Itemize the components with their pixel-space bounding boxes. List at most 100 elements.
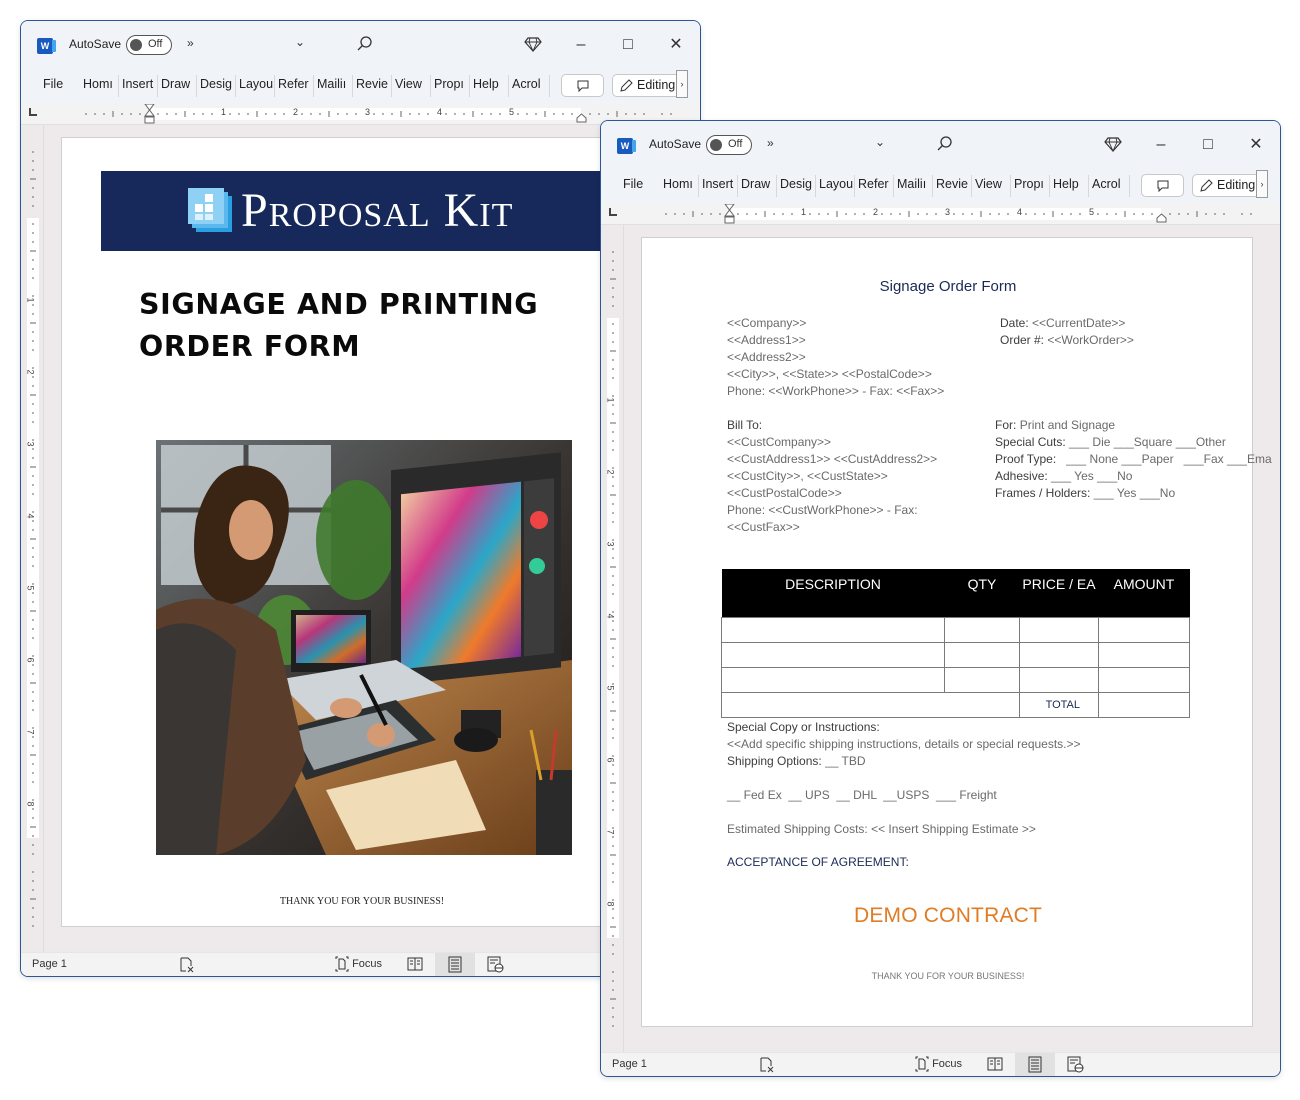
chevron-down-icon[interactable]: ⌄	[875, 135, 885, 149]
tab-design[interactable]: Desig	[780, 177, 814, 191]
search-icon[interactable]	[935, 134, 955, 154]
table-cell[interactable]	[721, 666, 945, 693]
read-mode-button[interactable]	[395, 953, 435, 976]
accessibility-check-icon[interactable]	[179, 957, 195, 973]
table-cell[interactable]	[1019, 641, 1099, 668]
divider	[854, 175, 855, 197]
total-value[interactable]	[1098, 691, 1190, 718]
maximize-button[interactable]: □	[1193, 133, 1223, 157]
word-icon: W	[617, 138, 636, 154]
right-indent-marker[interactable]	[1156, 210, 1167, 223]
read-mode-button[interactable]	[975, 1053, 1015, 1076]
tab-properties[interactable]: Propı	[1014, 177, 1048, 191]
table-cell[interactable]	[1019, 616, 1099, 643]
tab-file[interactable]: File	[43, 77, 67, 91]
accessibility-check-icon[interactable]	[759, 1057, 775, 1073]
table-cell[interactable]	[944, 616, 1020, 643]
page-number-indicator[interactable]: Page 1	[32, 958, 67, 970]
tab-help[interactable]: Help	[473, 77, 507, 91]
print-layout-button[interactable]	[435, 953, 475, 976]
comments-button[interactable]	[1141, 174, 1184, 197]
table-cell[interactable]	[1098, 641, 1190, 668]
proof-type-field: Proof Type: ___ None ___Paper ___Fax ___…	[995, 451, 1272, 468]
premium-diamond-icon[interactable]	[1104, 135, 1122, 153]
tab-stop-selector[interactable]	[29, 108, 37, 116]
divider	[43, 125, 44, 955]
tab-home[interactable]: Homı	[83, 77, 117, 91]
print-layout-button[interactable]	[1015, 1053, 1055, 1076]
table-cell[interactable]	[1098, 666, 1190, 693]
table-cell[interactable]	[1019, 666, 1099, 693]
vertical-ruler[interactable]: 1 2 3 4 5 6 7 8	[606, 233, 619, 1033]
tab-acrobat[interactable]: Acrol	[1092, 177, 1126, 191]
tab-insert[interactable]: Insert	[702, 177, 736, 191]
ruler-number: 7	[25, 729, 36, 735]
more-commands-button[interactable]: »	[187, 36, 194, 50]
autosave-toggle[interactable]: Off	[126, 35, 172, 55]
tab-properties[interactable]: Propı	[434, 77, 468, 91]
table-cell[interactable]	[1098, 616, 1190, 643]
table-cell[interactable]	[944, 641, 1020, 668]
maximize-button[interactable]: □	[613, 33, 643, 57]
document-page[interactable]: Signage Order Form <<Company>> <<Address…	[641, 237, 1272, 1027]
tab-acrobat[interactable]: Acrol	[512, 77, 546, 91]
search-icon[interactable]	[355, 34, 375, 54]
focus-mode-button[interactable]: Focus	[335, 956, 382, 974]
chevron-down-icon[interactable]: ⌄	[295, 35, 305, 49]
document-canvas[interactable]: 1 2 3 4 5 6 7 8 Signage Order Form <<Com…	[601, 225, 1280, 1055]
tab-home[interactable]: Homı	[663, 177, 697, 191]
tab-draw[interactable]: Draw	[741, 177, 775, 191]
right-indent-marker[interactable]	[576, 110, 587, 123]
tab-review[interactable]: Revie	[356, 77, 390, 91]
autosave-toggle[interactable]: Off	[706, 135, 752, 155]
read-mode-icon	[987, 1057, 1003, 1071]
horizontal-ruler[interactable]: 1 2 3 4 5	[601, 203, 1280, 225]
ruler-number: 8	[25, 801, 36, 807]
minimize-button[interactable]: –	[566, 33, 596, 57]
tab-view[interactable]: View	[395, 77, 429, 91]
document-page[interactable]: Proposal Kit SIGNAGE AND PRINTING ORDER …	[61, 137, 662, 927]
tab-layout[interactable]: Layou	[819, 177, 853, 191]
page-number-indicator[interactable]: Page 1	[612, 1058, 647, 1070]
horizontal-ruler[interactable]: 1 2 3 4 5	[21, 103, 700, 125]
ribbon-scroll-right-button[interactable]: ›	[1256, 170, 1268, 198]
web-layout-button[interactable]	[475, 953, 515, 976]
web-layout-button[interactable]	[1055, 1053, 1095, 1076]
divider	[118, 75, 119, 97]
tab-design[interactable]: Desig	[200, 77, 234, 91]
focus-mode-button[interactable]: Focus	[915, 1056, 962, 1074]
table-cell[interactable]	[721, 691, 1020, 718]
tab-draw[interactable]: Draw	[161, 77, 195, 91]
ribbon-scroll-right-button[interactable]: ›	[676, 70, 688, 98]
document-canvas[interactable]: 1 2 3 4 5 6 7 8 Proposal Kit SIGNAGE AND…	[21, 125, 700, 955]
order-items-table: DESCRIPTION QTY PRICE / EA AMOUNT TOTAL	[721, 569, 1190, 718]
minimize-button[interactable]: –	[1146, 133, 1176, 157]
table-cell[interactable]	[721, 616, 945, 643]
demo-contract-watermark: DEMO CONTRACT	[853, 904, 1043, 927]
comments-button[interactable]	[561, 74, 604, 97]
tab-file[interactable]: File	[623, 177, 647, 191]
tab-insert[interactable]: Insert	[122, 77, 156, 91]
close-button[interactable]: ✕	[1241, 133, 1271, 157]
premium-diamond-icon[interactable]	[524, 35, 542, 53]
more-commands-button[interactable]: »	[767, 136, 774, 150]
tab-mailings[interactable]: Mailiı	[897, 177, 931, 191]
tab-review[interactable]: Revie	[936, 177, 970, 191]
table-cell[interactable]	[721, 641, 945, 668]
indent-marker[interactable]	[144, 103, 155, 124]
tab-help[interactable]: Help	[1053, 177, 1087, 191]
table-cell[interactable]	[944, 666, 1020, 693]
close-button[interactable]: ✕	[661, 33, 691, 57]
special-cuts-label: Special Cuts:	[995, 435, 1066, 449]
tab-stop-selector[interactable]	[609, 208, 617, 216]
tab-references[interactable]: Refer	[858, 177, 892, 191]
tab-view[interactable]: View	[975, 177, 1009, 191]
tab-layout[interactable]: Layou	[239, 77, 273, 91]
tab-mailings[interactable]: Mailiı	[317, 77, 351, 91]
indent-marker[interactable]	[724, 203, 735, 224]
divider	[430, 75, 431, 97]
web-layout-icon	[487, 956, 504, 973]
tab-references[interactable]: Refer	[278, 77, 312, 91]
divider	[1088, 175, 1089, 197]
vertical-ruler[interactable]: 1 2 3 4 5 6 7 8	[25, 133, 39, 933]
